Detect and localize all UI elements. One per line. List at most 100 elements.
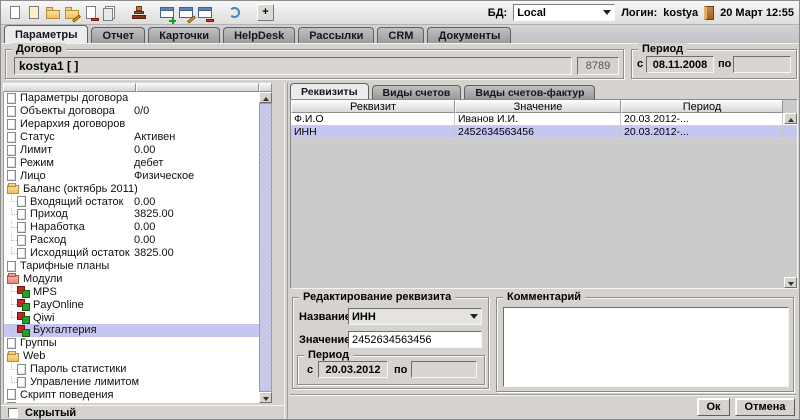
tree-scrollbar-track[interactable] <box>259 103 272 392</box>
tree-item-label: Пароль статистики <box>30 363 126 375</box>
tree-item-Входящий остаток[interactable]: Входящий остаток0.00 <box>4 195 259 208</box>
tree-item[interactable] <box>4 401 259 403</box>
tree-guide <box>7 376 17 389</box>
requisite-name-select[interactable]: ИНН <box>348 308 482 325</box>
details-tab-Виды счетов-фактур[interactable]: Виды счетов-фактур <box>464 85 595 99</box>
page-icon <box>7 106 16 117</box>
tab-Отчет[interactable]: Отчет <box>91 27 145 43</box>
tree-header-col1[interactable] <box>3 83 136 92</box>
comment-textarea[interactable] <box>503 307 789 387</box>
column-header-Значение[interactable]: Значение <box>455 100 621 113</box>
tab-CRM[interactable]: CRM <box>377 27 424 43</box>
tree-item-Модули[interactable]: Модули <box>4 272 259 285</box>
tab-Документы[interactable]: Документы <box>427 27 511 43</box>
editor-period-from[interactable]: 20.03.2012 <box>318 361 388 378</box>
tree-scrollbar[interactable] <box>259 92 272 403</box>
contract-name-field[interactable]: kostya1 [ ] <box>14 57 572 75</box>
tree-item-Пароль статистики[interactable]: Пароль статистики <box>4 363 259 376</box>
editor-period-to[interactable] <box>411 361 477 378</box>
column-header-Реквизит[interactable]: Реквизит <box>291 100 455 113</box>
tree-item-Исходящий остаток[interactable]: Исходящий остаток3825.00 <box>4 247 259 260</box>
period-to-label: по <box>718 58 731 70</box>
tree-item-MPS[interactable]: MPS <box>4 285 259 298</box>
tree-item-Web[interactable]: Web <box>4 350 259 363</box>
tree-scroll-down-button[interactable] <box>259 392 272 403</box>
edit-folder-icon[interactable] <box>63 4 81 22</box>
contract-period-to[interactable] <box>733 56 791 73</box>
new-document-icon[interactable] <box>6 4 24 22</box>
remove-window-icon[interactable] <box>197 4 215 22</box>
editor-period-to-label: по <box>394 364 407 376</box>
table-cell: 2452634563456 <box>455 126 621 138</box>
tree-guide <box>7 311 17 324</box>
requisite-editor-group: Редактирование реквизита Название ИНН Зн… <box>292 297 489 389</box>
tree-item-Приход[interactable]: Приход3825.00 <box>4 208 259 221</box>
tab-Параметры[interactable]: Параметры <box>4 25 88 43</box>
tree-guide <box>7 285 17 298</box>
page-icon <box>7 145 16 156</box>
stamp-icon[interactable] <box>130 4 148 22</box>
tree-item-Расход[interactable]: Расход0.00 <box>4 234 259 247</box>
tree-item-Скрипт поведения[interactable]: Скрипт поведения <box>4 388 259 401</box>
table-scroll-up-button[interactable] <box>784 113 797 124</box>
table-row[interactable]: Ф.И.ОИванов И.И.20.03.2012-... <box>291 113 797 126</box>
contract-group: Договор kostya1 [ ] 8789 <box>5 49 624 79</box>
tab-Карточки[interactable]: Карточки <box>148 27 220 43</box>
chevron-down-icon <box>470 314 478 323</box>
details-tab-Виды счетов[interactable]: Виды счетов <box>372 85 462 99</box>
tree-item-Группы[interactable]: Группы <box>4 337 259 350</box>
copy-pages-icon[interactable] <box>101 4 119 22</box>
tree-header-col2[interactable] <box>136 83 259 92</box>
tree-item-label: PayOnline <box>33 299 84 311</box>
tree-item-Лицо[interactable]: ЛицоФизическое <box>4 169 259 182</box>
cancel-button[interactable]: Отмена <box>735 398 795 416</box>
page-icon <box>7 402 16 403</box>
tree-scroll-up-button[interactable] <box>259 92 272 103</box>
db-select[interactable]: Local <box>513 4 615 21</box>
details-tab-Реквизиты[interactable]: Реквизиты <box>290 83 369 99</box>
tree-item-Управление лимитом[interactable]: Управление лимитом <box>4 376 259 389</box>
tab-Рассылки[interactable]: Рассылки <box>298 27 374 43</box>
tree-item-Тарифные планы[interactable]: Тарифные планы <box>4 260 259 273</box>
page-icon <box>7 119 16 130</box>
add-window-icon[interactable] <box>159 4 177 22</box>
tab-HelpDesk[interactable]: HelpDesk <box>223 27 295 43</box>
refresh-icon[interactable] <box>226 4 244 22</box>
open-folder-icon[interactable] <box>44 4 62 22</box>
door-exit-icon[interactable] <box>704 6 714 20</box>
tree-guide <box>7 324 17 337</box>
requisite-value-input[interactable] <box>348 331 482 348</box>
tree-item-label: Параметры договора <box>20 92 128 104</box>
contract-period-from[interactable]: 08.11.2008 <box>646 56 714 73</box>
tree-item-Бухгалтерия[interactable]: Бухгалтерия <box>4 324 259 337</box>
tree-item-Статус[interactable]: СтатусАктивен <box>4 131 259 144</box>
hidden-checkbox[interactable] <box>8 408 18 418</box>
tree-item-value: 0.00 <box>134 234 155 246</box>
edit-window-icon[interactable] <box>178 4 196 22</box>
page-icon <box>17 222 26 233</box>
tree-item-Наработка[interactable]: Наработка0.00 <box>4 221 259 234</box>
ok-button[interactable]: Ок <box>697 398 730 416</box>
tree-item-Параметры договора[interactable]: Параметры договора <box>4 92 259 105</box>
tree-item-Режим[interactable]: Режимдебет <box>4 156 259 169</box>
more-button[interactable]: + <box>257 4 274 21</box>
tree-guide <box>7 208 17 221</box>
tree-item-value: 3825.00 <box>134 247 174 259</box>
tree-item-PayOnline[interactable]: PayOnline <box>4 298 259 311</box>
delete-document-icon[interactable] <box>82 4 100 22</box>
tree-item-Qiwi[interactable]: Qiwi <box>4 311 259 324</box>
table-cell: Иванов И.И. <box>455 113 621 125</box>
tree-item-value: 0/0 <box>134 105 149 117</box>
tree-item-Объекты договора[interactable]: Объекты договора0/0 <box>4 105 259 118</box>
copy-document-icon[interactable] <box>25 4 43 22</box>
tree-item-Баланс (октябрь 2011)[interactable]: Баланс (октябрь 2011) <box>4 182 259 195</box>
tree-guide <box>7 363 17 376</box>
page-icon <box>17 377 26 388</box>
tree-item-Лимит[interactable]: Лимит0.00 <box>4 144 259 157</box>
table-row[interactable]: ИНН245263456345620.03.2012-... <box>291 126 797 139</box>
tree-item-Иерархия договоров[interactable]: Иерархия договоров <box>4 118 259 131</box>
column-header-Период[interactable]: Период <box>621 100 783 113</box>
tree-item-label: Модули <box>23 273 62 285</box>
table-scroll-down-button[interactable] <box>784 277 797 288</box>
contract-number-field[interactable]: 8789 <box>577 57 619 75</box>
